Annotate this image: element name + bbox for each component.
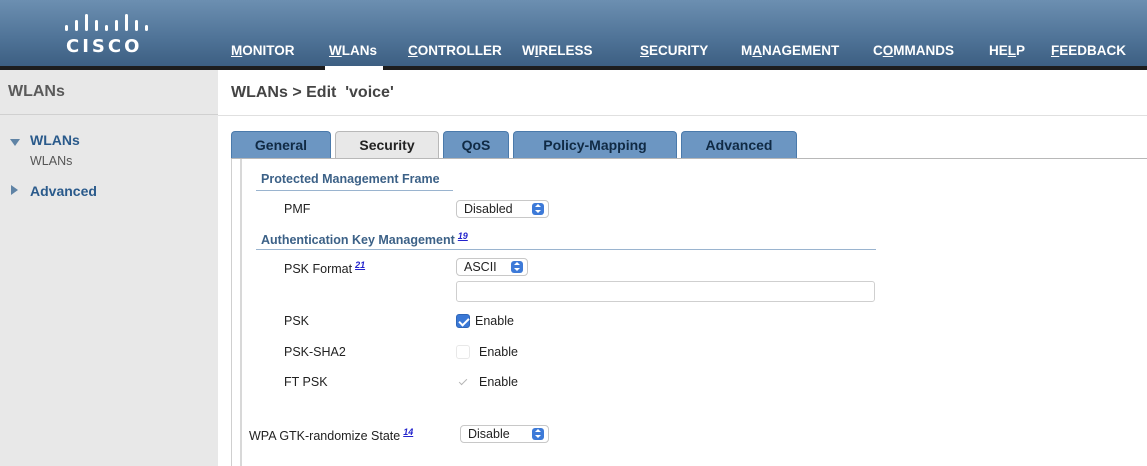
select-arrows-icon [532, 203, 544, 215]
psk-sha2-label: PSK-SHA2 [284, 345, 346, 359]
pmf-section-line [256, 190, 453, 191]
sidebar-subitem-wlans[interactable]: WLANs [30, 154, 72, 168]
psk-format-label-text: PSK Format [284, 262, 353, 277]
cisco-logo: CISCO [62, 14, 152, 58]
akm-section-line [256, 249, 876, 250]
gtk-randomize-label: WPA GTK-randomize State 14 [249, 427, 413, 443]
tab-policy-mapping[interactable]: Policy-Mapping [513, 131, 677, 159]
gtk-randomize-label-text: WPA GTK-randomize State [249, 429, 401, 444]
pmf-select-value: Disabled [464, 202, 513, 216]
psk-sha2-checkbox[interactable] [456, 345, 470, 359]
nav-help[interactable]: HELP [989, 43, 1025, 58]
logo-text: CISCO [66, 36, 143, 57]
ft-psk-enable-label: Enable [479, 375, 518, 389]
tab-security[interactable]: Security [335, 131, 439, 160]
sidebar-item-advanced[interactable]: Advanced [30, 183, 97, 199]
tab-qos[interactable]: QoS [443, 131, 509, 159]
nav-monitor[interactable]: MONITOR [231, 43, 295, 58]
nav-wlans[interactable]: WLANs [329, 43, 377, 58]
pmf-select[interactable]: Disabled [456, 200, 549, 218]
sidebar-item-wlans[interactable]: WLANs [30, 132, 80, 148]
akm-section-title: Authentication Key Management 19 [261, 231, 468, 247]
nav-security[interactable]: SECURITY [640, 43, 708, 58]
akm-footnote-link[interactable]: 19 [458, 231, 468, 241]
title-divider [218, 115, 1147, 116]
nav-commands[interactable]: COMMANDS [873, 43, 954, 58]
active-nav-indicator [325, 66, 383, 70]
select-arrows-icon [532, 428, 544, 440]
psk-format-select[interactable]: ASCII [456, 258, 528, 276]
psk-format-select-value: ASCII [464, 260, 497, 274]
collapsed-triangle-icon[interactable] [11, 185, 18, 195]
left-sidebar: WLANs WLANs WLANs Advanced [0, 70, 218, 466]
psk-checkbox[interactable] [456, 314, 470, 328]
select-arrows-icon [511, 261, 523, 273]
akm-section-title-text: Authentication Key Management [261, 233, 455, 248]
psk-key-input[interactable] [456, 281, 875, 302]
tab-advanced[interactable]: Advanced [681, 131, 797, 159]
sidebar-title: WLANs [8, 83, 65, 100]
psk-sha2-enable-label: Enable [479, 345, 518, 359]
gtk-select-value: Disable [468, 427, 510, 441]
security-panel [231, 159, 1147, 466]
expanded-triangle-icon[interactable] [10, 139, 20, 146]
gtk-randomize-select[interactable]: Disable [460, 425, 549, 443]
nav-management[interactable]: MANAGEMENT [741, 43, 839, 58]
psk-format-label: PSK Format 21 [284, 260, 365, 276]
page-title: WLANs > Edit 'voice' [231, 84, 394, 101]
nav-wireless[interactable]: WIRELESS [522, 43, 593, 58]
nav-feedback[interactable]: FEEDBACK [1051, 43, 1126, 58]
nav-controller[interactable]: CONTROLLER [408, 43, 502, 58]
tab-general[interactable]: General [231, 131, 331, 159]
ft-psk-checkbox[interactable] [456, 375, 470, 389]
pmf-label: PMF [284, 202, 311, 216]
psk-label: PSK [284, 314, 310, 328]
ft-psk-label: FT PSK [284, 375, 328, 389]
pmf-section-title: Protected Management Frame [261, 172, 440, 186]
psk-enable-label: Enable [475, 314, 514, 328]
gtk-footnote-link[interactable]: 14 [403, 427, 413, 437]
panel-inner-border [240, 159, 242, 466]
top-header: CISCO MONITOR WLANs CONTROLLER WIRELESS … [0, 0, 1147, 70]
psk-format-footnote-link[interactable]: 21 [355, 260, 365, 270]
sidebar-divider [0, 114, 218, 115]
cisco-bars-icon [65, 14, 148, 31]
